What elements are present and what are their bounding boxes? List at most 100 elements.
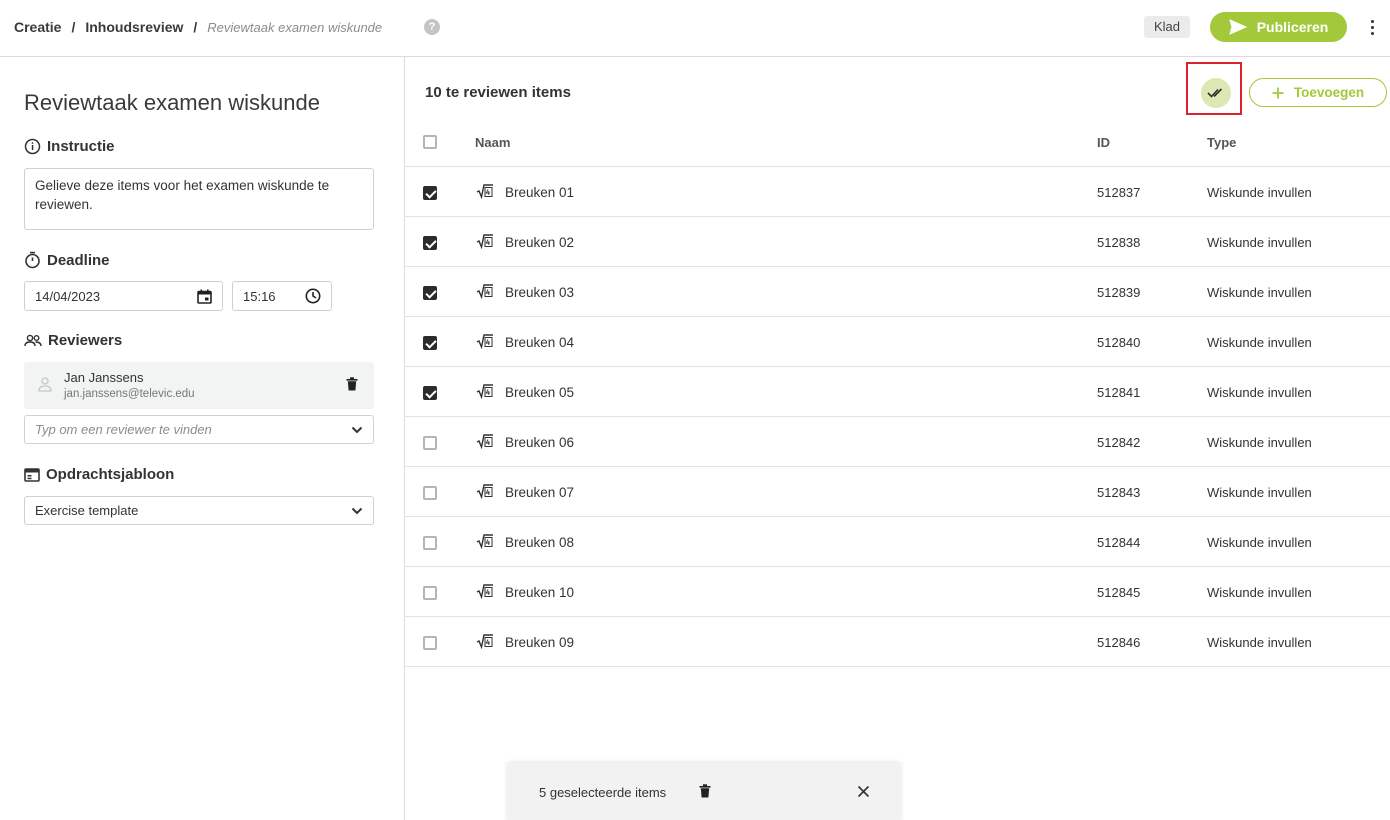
table-row[interactable]: Breuken 05 512841 Wiskunde invullen xyxy=(405,367,1390,417)
table-header: Naam ID Type xyxy=(405,117,1390,167)
deadline-label: Deadline xyxy=(47,251,110,269)
math-root-icon xyxy=(476,234,493,249)
people-icon xyxy=(24,334,42,346)
highlight-box xyxy=(1186,62,1242,115)
item-name: Breuken 03 xyxy=(505,285,575,300)
template-heading: Opdrachtsjabloon xyxy=(24,466,174,483)
column-id[interactable]: ID xyxy=(1097,135,1110,150)
table-row[interactable]: Breuken 10 512845 Wiskunde invullen xyxy=(405,567,1390,617)
question-circle-icon[interactable]: ? xyxy=(424,19,440,35)
chevron-down-icon[interactable] xyxy=(351,507,363,515)
item-name: Breuken 08 xyxy=(505,535,575,550)
deadline-date-value: 14/04/2023 xyxy=(35,288,101,304)
item-type: Wiskunde invullen xyxy=(1207,435,1312,450)
row-checkbox[interactable] xyxy=(423,586,437,600)
task-settings-panel: Reviewtaak examen wiskunde Instructie Ge… xyxy=(0,57,405,820)
item-type: Wiskunde invullen xyxy=(1207,385,1312,400)
more-vertical-icon[interactable] xyxy=(1364,16,1380,38)
reviewer-search-placeholder: Typ om een reviewer te vinden xyxy=(35,422,212,437)
deadline-date-field[interactable]: 14/04/2023 xyxy=(24,281,223,311)
deadline-time-field[interactable]: 15:16 xyxy=(232,281,332,311)
row-checkbox[interactable] xyxy=(423,436,437,450)
math-root-icon xyxy=(476,634,493,649)
math-root-icon xyxy=(476,284,493,299)
breadcrumb-separator: / xyxy=(71,19,76,35)
close-icon[interactable] xyxy=(857,785,870,798)
deadline-time-value: 15:16 xyxy=(243,288,276,304)
table-row[interactable]: Breuken 06 512842 Wiskunde invullen xyxy=(405,417,1390,467)
item-id: 512840 xyxy=(1097,335,1141,350)
publish-label: Publiceren xyxy=(1256,19,1329,35)
item-name: Breuken 07 xyxy=(505,485,575,500)
item-id: 512845 xyxy=(1097,585,1141,600)
instruction-label: Instructie xyxy=(47,138,115,155)
table-row[interactable]: Breuken 09 512846 Wiskunde invullen xyxy=(405,617,1390,667)
item-type: Wiskunde invullen xyxy=(1207,635,1312,650)
table-row[interactable]: Breuken 04 512840 Wiskunde invullen xyxy=(405,317,1390,367)
column-type[interactable]: Type xyxy=(1207,135,1236,150)
item-id: 512841 xyxy=(1097,385,1141,400)
item-type: Wiskunde invullen xyxy=(1207,535,1312,550)
breadcrumb: Creatie / Inhoudsreview / Reviewtaak exa… xyxy=(14,19,382,35)
row-checkbox[interactable] xyxy=(423,486,437,500)
row-checkbox[interactable] xyxy=(423,286,437,300)
math-root-icon xyxy=(476,334,493,349)
reviewer-search-input[interactable]: Typ om een reviewer te vinden xyxy=(24,415,374,444)
template-select[interactable]: Exercise template xyxy=(24,496,374,525)
column-name[interactable]: Naam xyxy=(475,135,510,150)
item-name: Breuken 06 xyxy=(505,435,575,450)
select-all-checkbox[interactable] xyxy=(423,135,437,149)
item-type: Wiskunde invullen xyxy=(1207,285,1312,300)
reviewers-label: Reviewers xyxy=(48,332,123,349)
info-icon xyxy=(24,138,41,155)
top-bar: Creatie / Inhoudsreview / Reviewtaak exa… xyxy=(0,0,1390,57)
item-id: 512842 xyxy=(1097,435,1141,450)
breadcrumb-separator: / xyxy=(193,19,198,35)
breadcrumb-current: Reviewtaak examen wiskunde xyxy=(207,19,383,35)
row-checkbox[interactable] xyxy=(423,536,437,550)
math-root-icon xyxy=(476,184,493,199)
item-type: Wiskunde invullen xyxy=(1207,235,1312,250)
send-icon xyxy=(1228,19,1247,35)
table-row[interactable]: Breuken 01 512837 Wiskunde invullen xyxy=(405,167,1390,217)
table-row[interactable]: Breuken 08 512844 Wiskunde invullen xyxy=(405,517,1390,567)
item-name: Breuken 01 xyxy=(505,185,575,200)
items-title: 10 te reviewen items xyxy=(425,84,571,101)
item-id: 512838 xyxy=(1097,235,1141,250)
page-title: Reviewtaak examen wiskunde xyxy=(24,90,320,115)
calendar-icon[interactable] xyxy=(197,289,212,304)
item-name: Breuken 05 xyxy=(505,385,575,400)
row-checkbox[interactable] xyxy=(423,186,437,200)
table-row[interactable]: Breuken 07 512843 Wiskunde invullen xyxy=(405,467,1390,517)
row-checkbox[interactable] xyxy=(423,236,437,250)
clock-icon[interactable] xyxy=(305,288,321,304)
trash-icon[interactable] xyxy=(346,377,358,391)
items-panel: 10 te reviewen items Toevoegen Naam ID T… xyxy=(405,57,1390,820)
row-checkbox[interactable] xyxy=(423,636,437,650)
template-icon xyxy=(24,467,40,482)
instruction-field[interactable]: Gelieve deze items voor het examen wisku… xyxy=(24,168,374,230)
item-type: Wiskunde invullen xyxy=(1207,585,1312,600)
add-button[interactable]: Toevoegen xyxy=(1249,78,1387,107)
item-type: Wiskunde invullen xyxy=(1207,335,1312,350)
breadcrumb-creatie[interactable]: Creatie xyxy=(14,19,61,35)
deadline-heading: Deadline xyxy=(24,251,110,269)
item-id: 512843 xyxy=(1097,485,1141,500)
template-label: Opdrachtsjabloon xyxy=(46,466,175,483)
avatar xyxy=(38,377,52,392)
publish-button[interactable]: Publiceren xyxy=(1210,12,1347,42)
table-row[interactable]: Breuken 02 512838 Wiskunde invullen xyxy=(405,217,1390,267)
status-badge: Klad xyxy=(1144,16,1191,38)
row-checkbox[interactable] xyxy=(423,336,437,350)
table-row[interactable]: Breuken 03 512839 Wiskunde invullen xyxy=(405,267,1390,317)
item-id: 512837 xyxy=(1097,185,1141,200)
item-id: 512846 xyxy=(1097,635,1141,650)
template-value: Exercise template xyxy=(35,503,139,518)
plus-icon xyxy=(1272,87,1284,98)
reviewers-heading: Reviewers xyxy=(24,332,122,349)
chevron-down-icon[interactable] xyxy=(351,426,363,434)
add-label: Toevoegen xyxy=(1293,85,1365,100)
row-checkbox[interactable] xyxy=(423,386,437,400)
breadcrumb-inhoudsreview[interactable]: Inhoudsreview xyxy=(85,19,183,35)
trash-icon[interactable] xyxy=(699,784,711,798)
